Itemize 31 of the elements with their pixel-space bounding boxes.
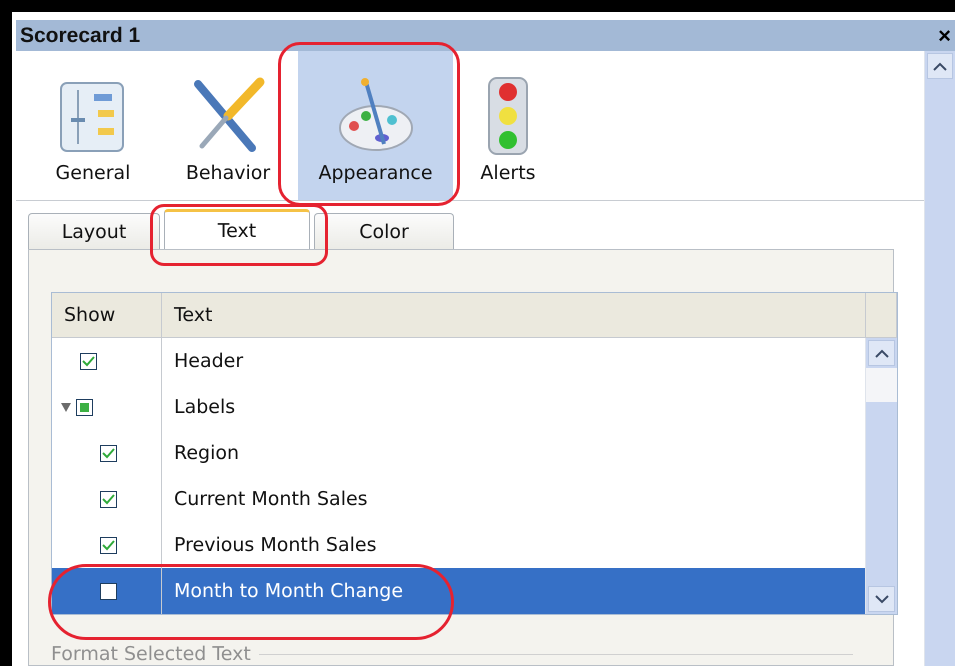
tab[interactable]: Color: [314, 213, 454, 249]
close-button[interactable]: ×: [938, 22, 951, 48]
scroll-up-button[interactable]: [927, 53, 953, 79]
checkbox[interactable]: [100, 444, 117, 462]
grid-scrollbar[interactable]: [865, 338, 897, 614]
grid-cell-text: Header: [173, 349, 244, 374]
tab[interactable]: Layout: [28, 213, 160, 249]
column-header[interactable]: Text: [162, 293, 866, 337]
grid-cell-text: Region: [173, 441, 240, 466]
window-title: Scorecard 1: [20, 24, 140, 48]
grid-cell-text: Current Month Sales: [173, 487, 369, 512]
grid-cell-text: Previous Month Sales: [173, 533, 378, 558]
grid-cell-text: Labels: [173, 395, 236, 420]
column-header[interactable]: Show: [52, 293, 162, 337]
section-title: Format Selected Text: [51, 643, 251, 665]
checkbox[interactable]: [76, 398, 93, 416]
category-button[interactable]: General: [28, 51, 158, 200]
grid-cell-text: Month to Month Change: [173, 579, 404, 604]
grid-row[interactable]: Month to Month Change: [52, 568, 865, 614]
checkbox[interactable]: [100, 490, 117, 508]
category-button[interactable]: Appearance: [298, 51, 453, 200]
scroll-down-button[interactable]: [868, 586, 895, 612]
checkbox[interactable]: [100, 536, 117, 554]
window-scrollbar[interactable]: [924, 51, 955, 666]
category-button[interactable]: Behavior: [158, 51, 298, 200]
category-button[interactable]: Alerts: [453, 51, 563, 200]
checkbox[interactable]: [80, 352, 97, 370]
checkbox[interactable]: [100, 582, 117, 600]
scroll-up-button[interactable]: [868, 340, 895, 366]
tab[interactable]: Text: [164, 209, 310, 249]
expand-arrow-icon[interactable]: [60, 401, 72, 413]
